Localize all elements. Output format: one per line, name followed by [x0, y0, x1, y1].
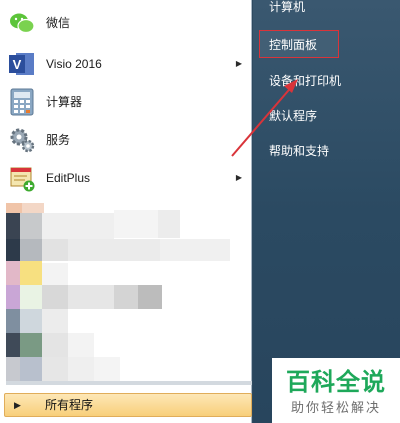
watermark-logo: 百科全说 助你轻松解决	[272, 358, 400, 423]
program-item-wechat[interactable]: 微信	[0, 5, 252, 41]
menu-item-control-panel[interactable]: 控制面板	[269, 37, 317, 53]
menu-item-devices-printers[interactable]: 设备和打印机	[269, 73, 341, 89]
program-label: 微信	[46, 16, 71, 30]
program-label: Visio 2016	[46, 57, 102, 71]
start-menu-program-list: 微信 V Visio 2016 ▶ 计算器 服务 EditPlus ▶ ▶ 所有…	[0, 0, 252, 423]
editplus-icon	[7, 163, 37, 193]
menu-item-help-support[interactable]: 帮助和支持	[269, 143, 329, 159]
menu-item-default-programs[interactable]: 默认程序	[269, 108, 317, 124]
program-item-visio[interactable]: V Visio 2016 ▶	[0, 46, 252, 82]
svg-text:V: V	[13, 57, 22, 72]
submenu-arrow-icon: ▶	[235, 59, 242, 68]
all-programs-button[interactable]: ▶ 所有程序	[4, 393, 252, 417]
wechat-icon	[7, 8, 37, 38]
visio-icon: V	[7, 49, 37, 79]
expand-arrow-icon: ▶	[14, 400, 21, 410]
submenu-arrow-icon: ▶	[235, 173, 242, 182]
watermark-subtitle: 助你轻松解决	[290, 401, 381, 416]
menu-item-computer[interactable]: 计算机	[269, 0, 305, 15]
program-label: 服务	[46, 133, 71, 147]
watermark-title: 百科全说	[286, 368, 386, 396]
services-gear-icon	[7, 125, 37, 155]
program-item-calculator[interactable]: 计算器	[0, 84, 252, 120]
program-item-editplus[interactable]: EditPlus ▶	[0, 160, 252, 196]
program-label: 计算器	[46, 95, 83, 109]
program-item-services[interactable]: 服务	[0, 122, 252, 158]
all-programs-label: 所有程序	[45, 398, 94, 412]
program-label: EditPlus	[46, 171, 91, 185]
calculator-icon	[7, 87, 37, 117]
